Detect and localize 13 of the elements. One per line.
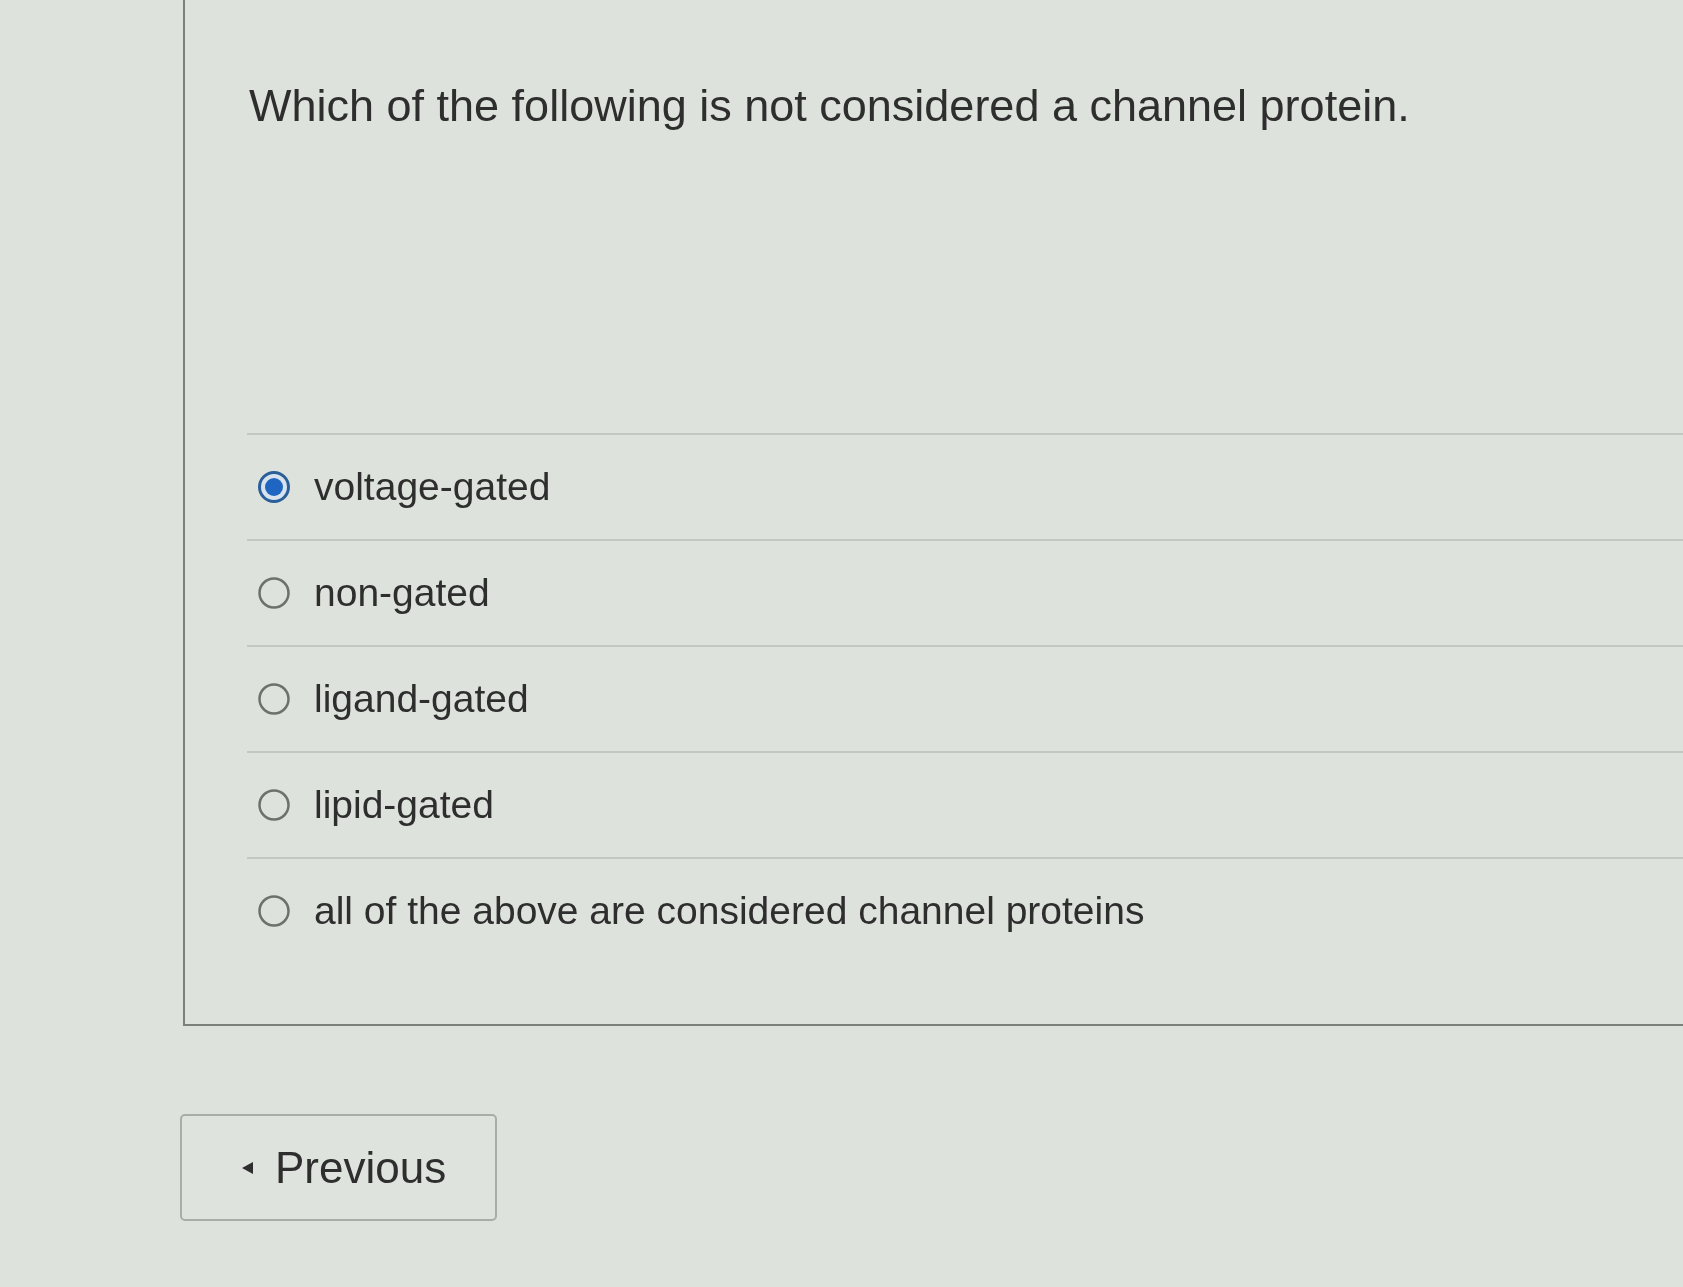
option-label: all of the above are considered channel proteins: [314, 888, 1145, 934]
option-label: voltage-gated: [314, 464, 551, 510]
radio-button[interactable]: [258, 683, 290, 715]
option-label: lipid-gated: [314, 782, 494, 828]
radio-button[interactable]: [258, 789, 290, 821]
question-text: Which of the following is not considered a channel protein.: [249, 79, 1410, 133]
option-label: ligand-gated: [314, 676, 529, 722]
option-label: non-gated: [314, 570, 490, 616]
radio-button[interactable]: [258, 895, 290, 927]
radio-button-selected[interactable]: [258, 471, 290, 503]
radio-button[interactable]: [258, 577, 290, 609]
caret-left-icon: [242, 1161, 253, 1174]
previous-button[interactable]: Previous: [180, 1114, 497, 1221]
